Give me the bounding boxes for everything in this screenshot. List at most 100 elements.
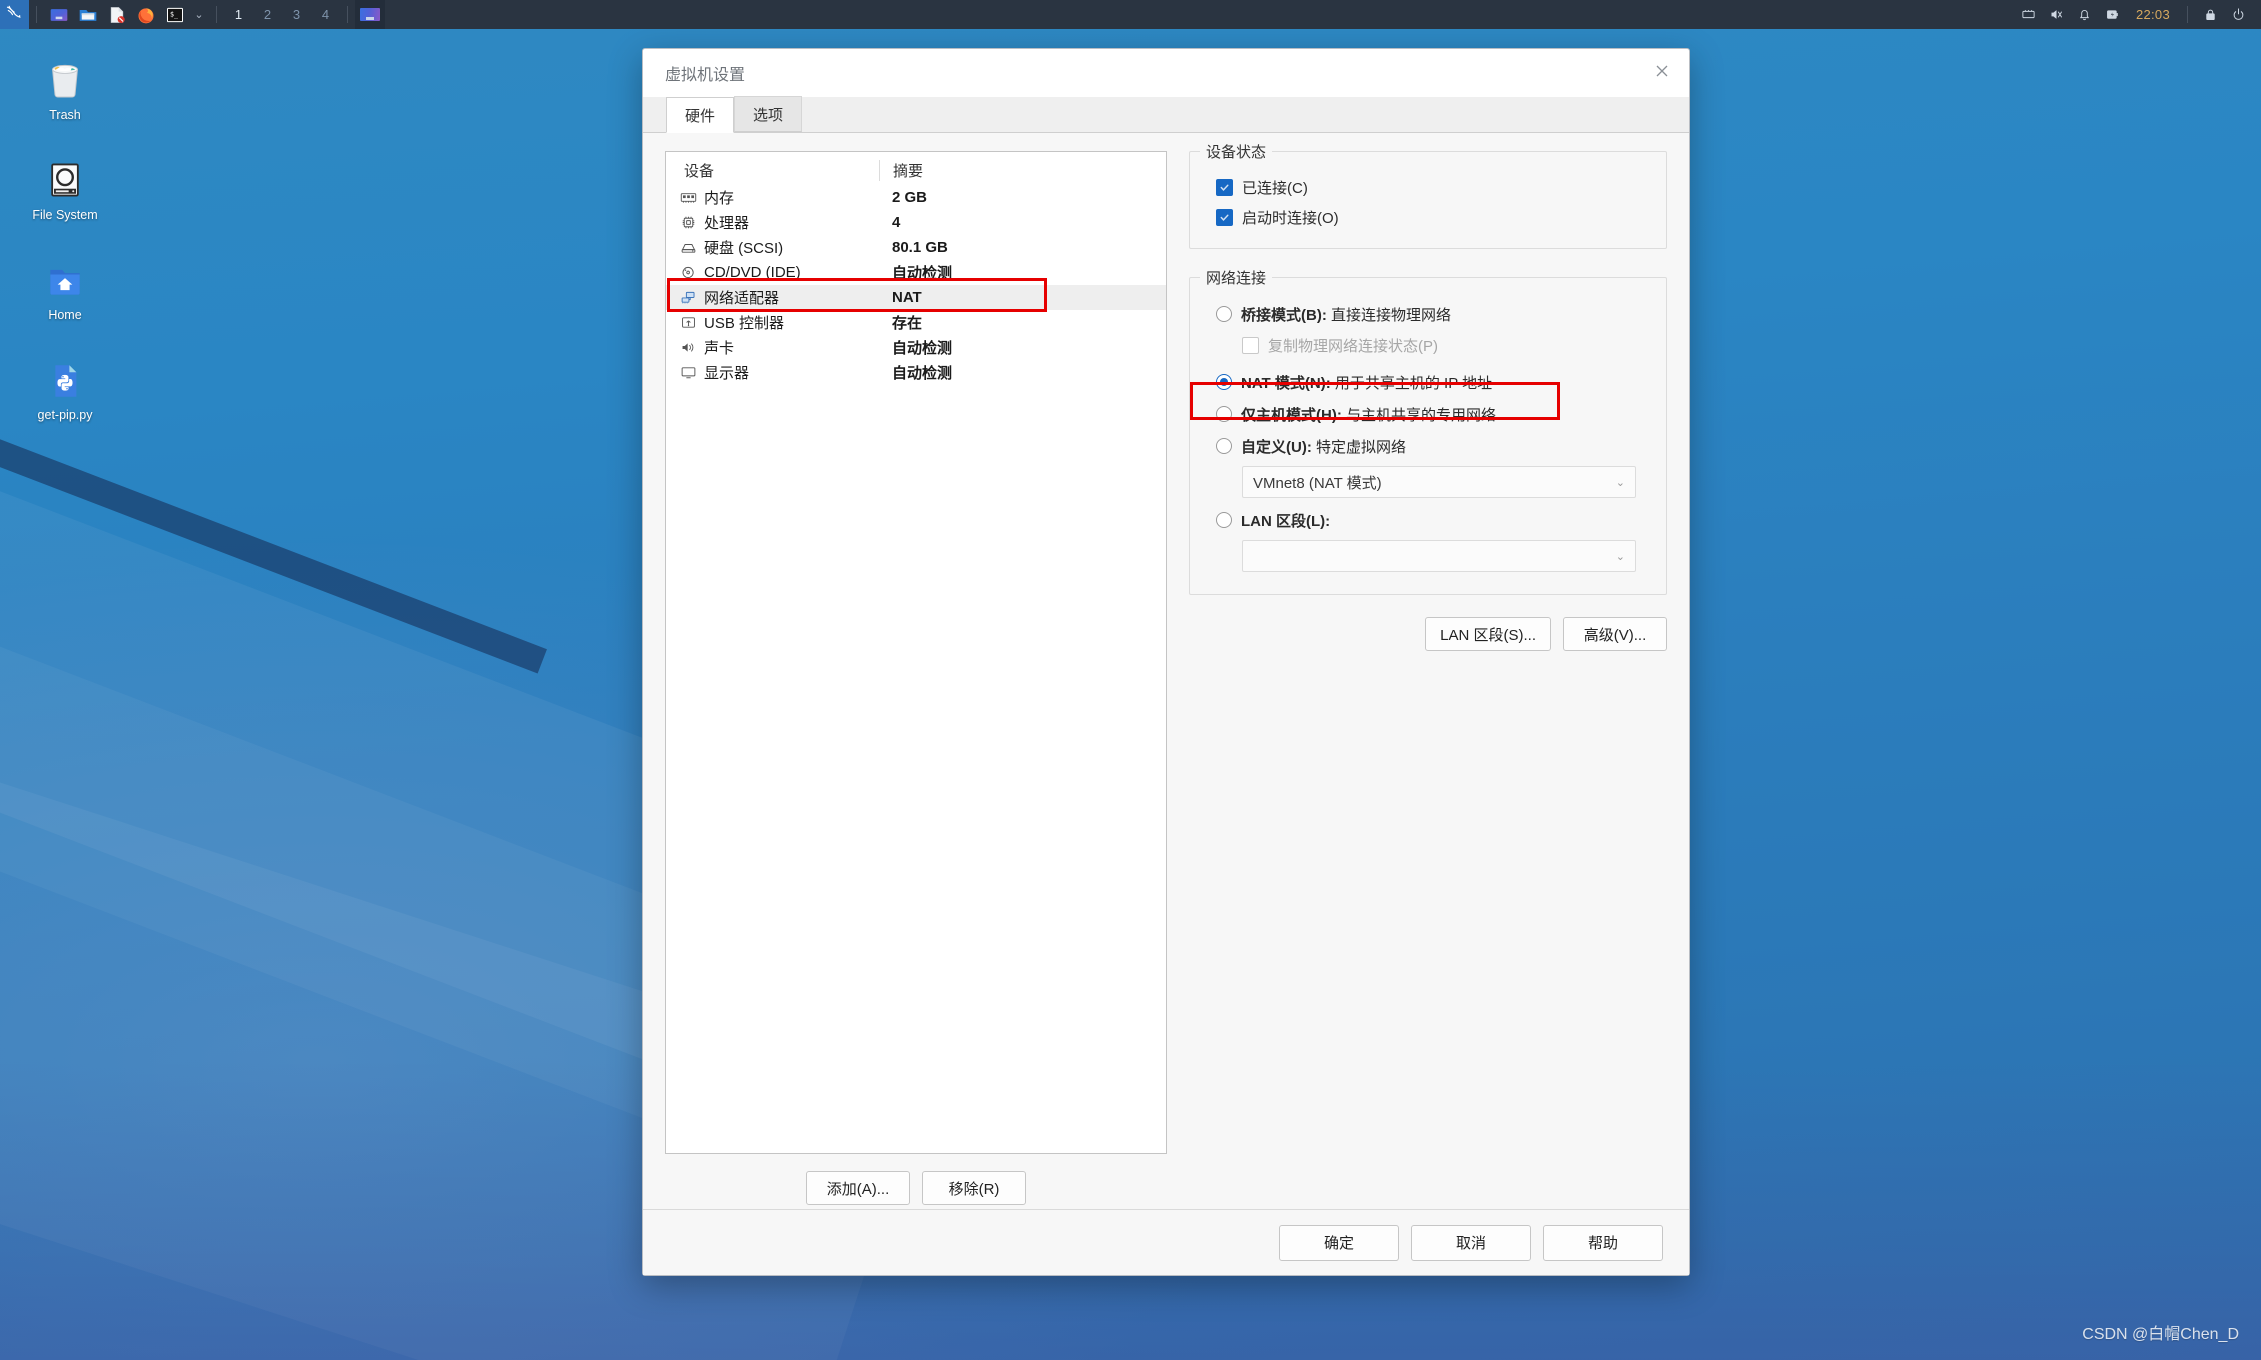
terminal-emulator-launcher[interactable] [44, 0, 73, 29]
radio-lan-segment-row[interactable]: LAN 区段(L): [1208, 504, 1648, 536]
volume-muted-icon[interactable] [2044, 0, 2070, 29]
replicate-physical-checkbox-row: 复制物理网络连接状态(P) [1208, 330, 1648, 360]
device-name: 声卡 [704, 340, 735, 357]
network-connection-group: 网络连接 桥接模式(B): 直接连接物理网络 复制物理网络连接状态(P) NAT… [1189, 267, 1667, 595]
connected-checkbox-row[interactable]: 已连接(C) [1208, 172, 1648, 202]
network-wired-icon[interactable] [2016, 0, 2042, 29]
radio-lan-segment[interactable] [1216, 512, 1232, 528]
workspace-button-4[interactable]: 4 [311, 0, 340, 29]
table-row-network-adapter[interactable]: 网络适配器 NAT [666, 285, 1166, 310]
network-action-buttons: LAN 区段(S)... 高级(V)... [1189, 617, 1667, 651]
add-device-button[interactable]: 添加(A)... [806, 1171, 910, 1205]
lan-segment-select[interactable]: ⌄ [1242, 540, 1636, 572]
connected-checkbox[interactable] [1216, 178, 1233, 196]
applications-menu-button[interactable] [0, 0, 29, 29]
radio-nat-label-bold: NAT 模式(N): [1241, 374, 1331, 392]
workspace-button-2[interactable]: 2 [253, 0, 282, 29]
radio-host-only-label-bold: 仅主机模式(H): [1241, 406, 1342, 424]
table-row[interactable]: 内存 2 GB [666, 185, 1166, 210]
table-row[interactable]: 声卡 自动检测 [666, 335, 1166, 360]
panel-separator [36, 6, 37, 23]
custom-network-select[interactable]: VMnet8 (NAT 模式) ⌄ [1242, 466, 1636, 498]
kali-dragon-icon [5, 3, 25, 26]
tab-hardware[interactable]: 硬件 [666, 97, 735, 133]
radio-bridged-label: 桥接模式(B): 直接连接物理网络 [1241, 304, 1451, 325]
window-thumbnail-icon [360, 8, 380, 21]
table-row[interactable]: 显示器 自动检测 [666, 360, 1166, 385]
device-summary: 80.1 GB [892, 239, 948, 256]
table-row[interactable]: 处理器 4 [666, 210, 1166, 235]
device-name: 处理器 [704, 215, 750, 232]
desktop-icon-home[interactable]: Home [5, 250, 125, 324]
radio-bridged[interactable] [1216, 306, 1232, 322]
table-row[interactable]: CD/DVD (IDE) 自动检测 [666, 260, 1166, 285]
text-editor-launcher[interactable] [102, 0, 131, 29]
connect-at-power-on-label: 启动时连接(O) [1242, 209, 1339, 227]
sound-icon [679, 340, 697, 356]
device-summary: 自动检测 [892, 340, 953, 357]
desktop-icon-get-pip-py[interactable]: get-pip.py [5, 350, 125, 424]
cancel-button[interactable]: 取消 [1411, 1224, 1531, 1261]
firefox-launcher[interactable] [131, 0, 160, 29]
watermark: CSDN @白帽Chen_D [2082, 1326, 2239, 1343]
device-list-actions: 添加(A)... 移除(R) [665, 1171, 1167, 1205]
chevron-down-icon: ⌄ [1615, 476, 1625, 489]
lan-segments-button[interactable]: LAN 区段(S)... [1425, 617, 1551, 651]
connect-at-power-on-checkbox[interactable] [1216, 208, 1233, 226]
close-button[interactable] [1643, 54, 1681, 92]
bell-icon[interactable] [2072, 0, 2098, 29]
cddvd-icon [679, 265, 697, 281]
radio-nat-row[interactable]: NAT 模式(N): 用于共享主机的 IP 地址 [1208, 366, 1648, 398]
radio-custom[interactable] [1216, 438, 1232, 454]
panel-separator [347, 6, 348, 23]
device-list[interactable]: 设备 摘要 内存 2 GB 处理器 4 硬盘 (SCSI) 80.1 GB CD… [665, 151, 1167, 1154]
file-manager-launcher[interactable] [73, 0, 102, 29]
cpu-icon [679, 215, 697, 231]
radio-host-only-row[interactable]: 仅主机模式(H): 与主机共享的专用网络 [1208, 398, 1648, 430]
shell-prompt-icon: $_ [165, 5, 185, 25]
logout-icon[interactable] [2225, 0, 2251, 29]
help-button[interactable]: 帮助 [1543, 1224, 1663, 1261]
advanced-button[interactable]: 高级(V)... [1563, 617, 1667, 651]
desktop-icon-file-system[interactable]: File System [5, 150, 125, 224]
harddisk-icon [679, 240, 697, 256]
root-terminal-launcher[interactable]: $_ [160, 0, 189, 29]
remove-device-button[interactable]: 移除(R) [922, 1171, 1026, 1205]
battery-charging-icon[interactable] [2100, 0, 2126, 29]
radio-nat[interactable] [1216, 374, 1232, 390]
document-forbidden-icon [107, 5, 127, 25]
display-icon [679, 365, 697, 381]
workspace-switcher: 1 2 3 4 [224, 0, 340, 29]
desktop-icon-label: get-pip.py [37, 408, 93, 422]
vm-settings-dialog: 虚拟机设置 硬件 选项 设备 摘要 内存 2 GB 处理器 4 硬盘 (SCSI… [642, 48, 1690, 1276]
radio-host-only[interactable] [1216, 406, 1232, 422]
workspace-button-3[interactable]: 3 [282, 0, 311, 29]
device-name: 内存 [704, 190, 735, 207]
column-header-summary: 摘要 [879, 160, 923, 181]
desktop-icon-trash[interactable]: Trash [5, 50, 125, 124]
radio-lan-segment-label: LAN 区段(L): [1241, 510, 1330, 531]
radio-bridged-row[interactable]: 桥接模式(B): 直接连接物理网络 [1208, 298, 1648, 330]
desktop-icon-label: Trash [49, 108, 81, 122]
lock-icon[interactable] [2197, 0, 2223, 29]
table-row[interactable]: USB 控制器 存在 [666, 310, 1166, 335]
svg-text:$_: $_ [170, 10, 178, 18]
connected-label: 已连接(C) [1242, 179, 1308, 197]
radio-custom-row[interactable]: 自定义(U): 特定虚拟网络 [1208, 430, 1648, 462]
harddisk-icon [5, 150, 125, 202]
dialog-footer: 确定 取消 帮助 [643, 1209, 1689, 1275]
tab-options[interactable]: 选项 [734, 96, 803, 132]
connect-at-power-on-checkbox-row[interactable]: 启动时连接(O) [1208, 202, 1648, 232]
python-file-icon [5, 350, 125, 402]
workspace-button-1[interactable]: 1 [224, 0, 253, 29]
launcher-chevron-down-icon[interactable]: ⌄ [189, 0, 209, 29]
dialog-titlebar: 虚拟机设置 [643, 49, 1689, 97]
clock[interactable]: 22:03 [2128, 7, 2178, 22]
table-row[interactable]: 硬盘 (SCSI) 80.1 GB [666, 235, 1166, 260]
system-tray: 22:03 [2016, 0, 2261, 29]
ok-button[interactable]: 确定 [1279, 1224, 1399, 1261]
trash-icon [5, 50, 125, 102]
replicate-physical-label: 复制物理网络连接状态(P) [1268, 337, 1438, 355]
window-task-button[interactable] [355, 0, 385, 29]
device-name: 显示器 [704, 365, 750, 382]
